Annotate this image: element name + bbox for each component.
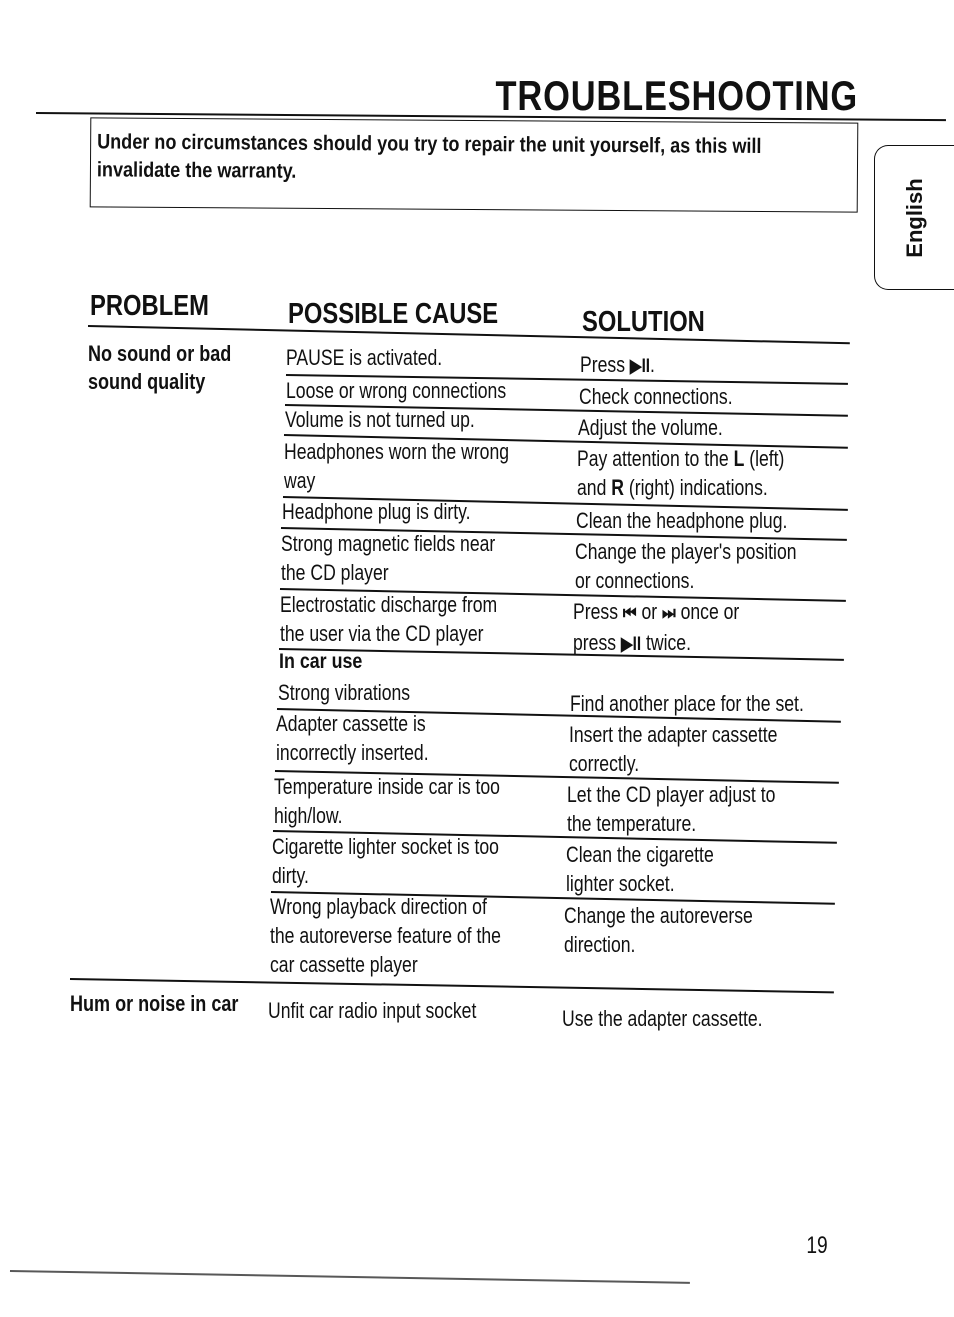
language-tab-label: English bbox=[901, 177, 927, 258]
cause-cell: PAUSE is activated. bbox=[286, 345, 443, 370]
cause-cell: Unfit car radio input socket bbox=[268, 998, 477, 1023]
solution-cell: Change the autoreverse direction. bbox=[564, 903, 753, 957]
solution-cell: Clean the headphone plug. bbox=[576, 508, 788, 533]
subsection-label: In car use bbox=[279, 650, 363, 673]
solution-cell: Press ⏮ or ⏭ once or press ▶II twice. bbox=[573, 599, 740, 655]
play-pause-icon: ▶II bbox=[629, 356, 651, 377]
problem-label: No sound or bad sound quality bbox=[88, 340, 231, 396]
solution-cell: Adjust the volume. bbox=[578, 415, 723, 440]
column-header-solution: SOLUTION bbox=[582, 306, 705, 338]
cause-cell: Loose or wrong connections bbox=[286, 378, 507, 403]
previous-track-icon: ⏮ bbox=[622, 603, 637, 624]
warranty-notice-text: Under no circumstances should you try to… bbox=[96, 130, 762, 183]
solution-cell: Press ▶II. bbox=[580, 352, 655, 377]
cause-cell: Wrong playback direction of the autoreve… bbox=[270, 894, 501, 977]
cause-cell: Cigarette lighter socket is too dirty. bbox=[272, 834, 499, 888]
solution-cell: Clean the cigarette lighter socket. bbox=[566, 842, 714, 896]
solution-cell: Find another place for the set. bbox=[570, 691, 804, 716]
footer-rule bbox=[9, 1270, 690, 1284]
column-header-problem: PROBLEM bbox=[90, 290, 209, 322]
column-header-cause: POSSIBLE CAUSE bbox=[288, 298, 499, 330]
page-title: TROUBLESHOOTING bbox=[495, 72, 858, 119]
cause-cell: Headphone plug is dirty. bbox=[282, 499, 471, 524]
solution-cell: Pay attention to the L (left) and R (rig… bbox=[577, 446, 785, 500]
problem-label-line: No sound or bad bbox=[88, 341, 232, 366]
cause-cell: Volume is not turned up. bbox=[285, 407, 475, 432]
cause-cell: Adapter cassette is incorrectly inserted… bbox=[276, 711, 429, 765]
solution-cell: Insert the adapter cassette correctly. bbox=[569, 722, 778, 776]
cause-cell: Electrostatic discharge from the user vi… bbox=[280, 592, 498, 646]
language-tab: English bbox=[874, 145, 954, 290]
warranty-notice-box: Under no circumstances should you try to… bbox=[89, 117, 859, 213]
row-divider bbox=[278, 648, 844, 661]
next-track-icon: ⏭ bbox=[662, 603, 676, 624]
page-number: 19 bbox=[806, 1232, 828, 1259]
problem-label: Hum or noise in car bbox=[70, 991, 239, 1016]
cause-cell: Temperature inside car is too high/low. bbox=[274, 774, 500, 828]
cause-cell: Strong magnetic fields near the CD playe… bbox=[281, 531, 496, 585]
solution-cell: Check connections. bbox=[579, 384, 733, 409]
solution-cell: Let the CD player adjust to the temperat… bbox=[567, 782, 776, 836]
play-pause-icon: ▶II bbox=[620, 634, 642, 655]
cause-cell: Strong vibrations bbox=[278, 680, 411, 705]
solution-cell: Use the adapter cassette. bbox=[562, 1006, 763, 1031]
problem-label-line: sound quality bbox=[88, 369, 206, 394]
cause-cell: Headphones worn the wrong way bbox=[284, 439, 510, 493]
solution-cell: Change the player's position or connecti… bbox=[575, 539, 797, 593]
